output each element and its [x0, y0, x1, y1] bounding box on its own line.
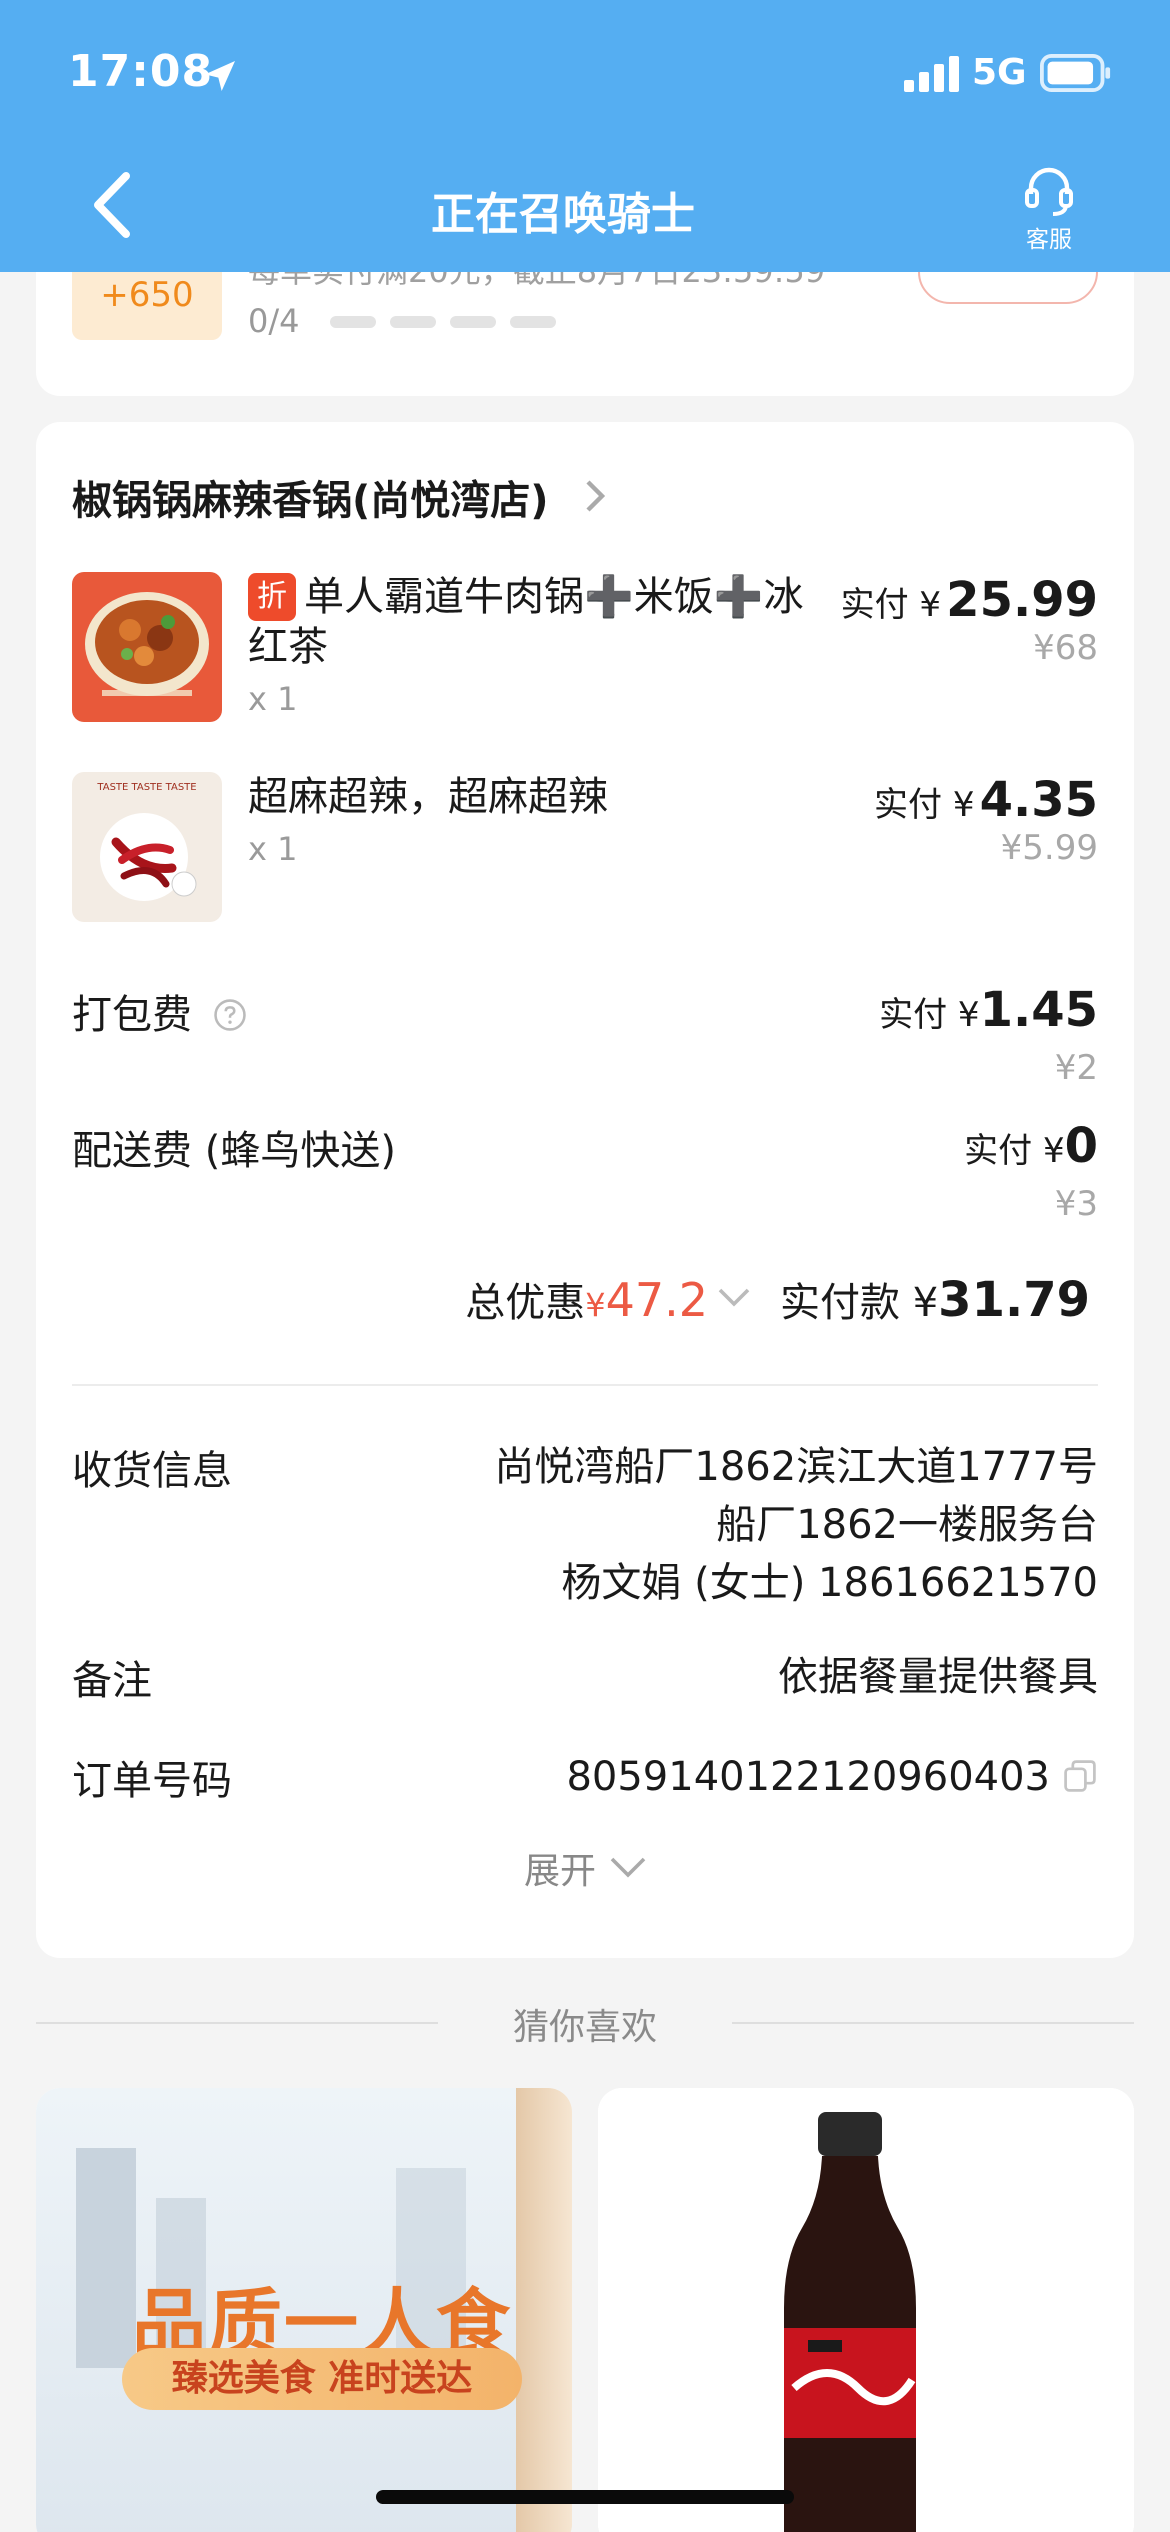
- item-paid-price: 实付 ¥ 25.99: [841, 572, 1098, 628]
- contact-line: 杨文娟 (女士) 18616621570: [561, 1560, 1098, 1606]
- location-arrow-icon: [205, 61, 235, 91]
- paid-label: 实付 ¥: [874, 785, 975, 825]
- note-label: 备注: [72, 1658, 152, 1704]
- recommend-title: 猜你喜欢: [512, 2007, 657, 2048]
- discount-amount[interactable]: 47.2: [606, 1273, 708, 1327]
- paid-amount: 25.99: [946, 572, 1098, 628]
- status-time: 17:08: [68, 46, 214, 97]
- shop-name-link[interactable]: 椒锅锅麻辣香锅(尚悦湾店): [72, 468, 549, 526]
- page-title: 正在召唤骑士: [431, 189, 695, 240]
- help-icon[interactable]: [213, 998, 247, 1032]
- headset-icon: [1025, 167, 1073, 216]
- copy-icon[interactable]: [1062, 1758, 1098, 1794]
- chili-image: TASTE TASTE TASTE: [72, 772, 222, 922]
- order-number-value: 8059140122120960403: [566, 1748, 1098, 1806]
- recommend-banner-card[interactable]: 品质一人食 臻选美食 准时送达: [36, 2088, 572, 2532]
- pay-amount: 31.79: [938, 1272, 1090, 1328]
- expand-button[interactable]: 展开: [36, 1842, 1134, 1894]
- item-qty: x 1: [248, 830, 298, 868]
- packing-fee-label: 打包费: [72, 992, 192, 1038]
- address-line: 船厂1862一楼服务台: [716, 1502, 1098, 1548]
- note-value: 依据餐量提供餐具: [778, 1654, 1098, 1700]
- order-number-label: 订单号码: [72, 1758, 232, 1804]
- progress-step: [450, 316, 496, 328]
- address-label: 收货信息: [72, 1448, 232, 1494]
- customer-service-label: 客服: [1026, 227, 1072, 253]
- original-price: ¥2: [1054, 1048, 1098, 1088]
- fee-paid-price: 实付 ¥0: [964, 1118, 1098, 1174]
- order-card: 椒锅锅麻辣香锅(尚悦湾店) 折单人霸道牛肉锅➕米饭➕冰红茶 x 1 实付 ¥ 2…: [36, 422, 1134, 1958]
- paid-amount: 0: [1064, 1118, 1098, 1174]
- address-value: 尚悦湾船厂1862滨江大道1777号 船厂1862一楼服务台 杨文娟 (女士) …: [494, 1438, 1098, 1612]
- svg-text:TASTE TASTE TASTE: TASTE TASTE TASTE: [96, 782, 196, 793]
- discount-label: 总优惠: [465, 1280, 586, 1326]
- order-item[interactable]: TASTE TASTE TASTE 超麻超辣，超麻超辣 x 1 实付 ¥ 4.3…: [72, 772, 1098, 922]
- original-price: ¥3: [1054, 1184, 1098, 1224]
- fee-label: 打包费: [72, 982, 247, 1040]
- paid-label: 实付 ¥: [964, 1131, 1065, 1171]
- progress-step: [510, 316, 556, 328]
- window-frame: [516, 2088, 572, 2532]
- paid-label: 实付 ¥: [879, 995, 980, 1035]
- signal-icon: [904, 56, 959, 92]
- cola-bottle-image: [598, 2088, 1134, 2532]
- address-line: 尚悦湾船厂1862滨江大道1777号: [494, 1444, 1098, 1490]
- item-title-text: 单人霸道牛肉锅➕米饭➕冰红茶: [248, 574, 804, 670]
- top-bar: 17:08 5G 正在召唤骑士 客服: [0, 0, 1170, 272]
- paid-amount: 1.45: [979, 982, 1098, 1038]
- total-row: 总优惠¥47.2 实付款 ¥31.79: [72, 1270, 1098, 1340]
- banner-subtitle: 臻选美食 准时送达: [122, 2348, 522, 2410]
- chevron-right-icon: [586, 480, 606, 512]
- expand-label: 展开: [523, 1851, 596, 1892]
- item-paid-price: 实付 ¥ 4.35: [874, 772, 1098, 828]
- divider: [732, 2022, 1134, 2024]
- packing-fee-row: 打包费 实付 ¥1.45 ¥2: [72, 982, 1098, 1092]
- divider: [72, 1384, 1098, 1386]
- progress-step: [390, 316, 436, 328]
- network-type: 5G: [972, 52, 1027, 93]
- pay-label: 实付款 ¥: [780, 1280, 939, 1326]
- chevron-down-icon: [610, 1857, 646, 1878]
- customer-service-button[interactable]: 客服: [1016, 164, 1082, 254]
- promo-progress: 0/4: [248, 302, 300, 340]
- chevron-down-icon[interactable]: [718, 1288, 750, 1308]
- order-number: 8059140122120960403: [566, 1754, 1050, 1800]
- item-title: 超麻超辣，超麻超辣: [248, 774, 608, 820]
- beef-pot-image: [72, 572, 222, 722]
- delivery-fee-label: 配送费 (蜂鸟快送): [72, 1128, 396, 1174]
- note-row: 备注 依据餐量提供餐具: [72, 1648, 1098, 1708]
- fee-paid-price: 实付 ¥1.45: [879, 982, 1098, 1038]
- recommend-product-card[interactable]: [598, 2088, 1134, 2532]
- delivery-fee-row: 配送费 (蜂鸟快送) 实付 ¥0 ¥3: [72, 1118, 1098, 1228]
- item-qty: x 1: [248, 680, 298, 718]
- order-number-row: 订单号码 8059140122120960403: [72, 1748, 1098, 1808]
- order-item[interactable]: 折单人霸道牛肉锅➕米饭➕冰红茶 x 1 实付 ¥ 25.99 ¥68: [72, 572, 1098, 722]
- address-row: 收货信息 尚悦湾船厂1862滨江大道1777号 船厂1862一楼服务台 杨文娟 …: [72, 1438, 1098, 1628]
- discount-currency: ¥: [585, 1286, 606, 1324]
- progress-step: [330, 316, 376, 328]
- battery-icon: [1040, 54, 1111, 92]
- building-shape: [76, 2148, 136, 2368]
- total-summary: 总优惠¥47.2 实付款 ¥31.79: [465, 1270, 1090, 1328]
- paid-amount: 4.35: [979, 772, 1098, 828]
- discount-tag: 折: [248, 573, 296, 621]
- paid-label: 实付 ¥: [840, 585, 942, 625]
- home-indicator: [376, 2490, 794, 2504]
- original-price: ¥5.99: [1000, 828, 1098, 868]
- original-price: ¥68: [1033, 628, 1098, 668]
- item-title: 折单人霸道牛肉锅➕米饭➕冰红茶: [248, 572, 818, 672]
- promo-progress-bar: [330, 316, 556, 328]
